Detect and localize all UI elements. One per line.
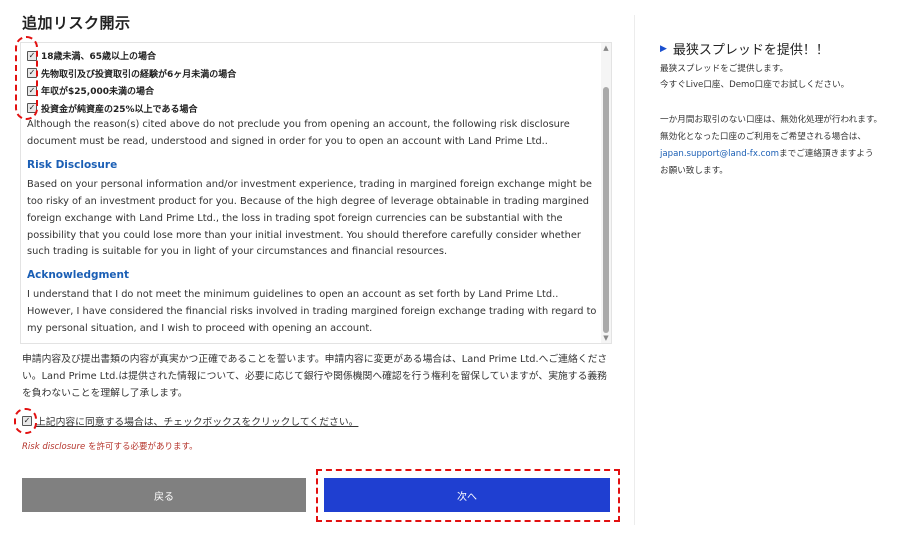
sidebar-line: お願い致します。 <box>660 166 728 176</box>
agree-label[interactable]: 上記内容に同意する場合は、チェックボックスをクリックしてください。 <box>36 414 358 428</box>
scroll-content: ✓ 18歳未満、65歳以上の場合 ✓ 先物取引及び投資取引の経験が6ヶ月未満の場… <box>27 47 597 338</box>
error-emphasis: Risk disclosure <box>22 442 86 452</box>
sidebar-line: 無効化となった口座のご利用をご希望される場合は、 <box>660 132 866 142</box>
criteria-label: 投資金が純資産の25%以上である場合 <box>41 104 198 115</box>
criteria-row: ✓ 18歳未満、65歳以上の場合 <box>27 47 597 65</box>
column-divider <box>634 15 635 525</box>
triangle-bullet-icon: ▶ <box>660 43 667 54</box>
acknowledgment-text: I understand that I do not meet the mini… <box>27 289 597 335</box>
sidebar-contact-line: japan.support@land-fx.comまでご連絡頂きますよう <box>660 146 895 163</box>
sidebar-heading-text: 最狭スプレッドを提供！！ <box>672 43 829 58</box>
risk-disclosure-scrollbox[interactable]: ✓ 18歳未満、65歳以上の場合 ✓ 先物取引及び投資取引の経験が6ヶ月未満の場… <box>20 42 612 344</box>
criteria-row: ✓ 年収が$25,000未満の場合 <box>27 82 597 100</box>
intro-text: Although the reason(s) cited above do no… <box>27 119 570 147</box>
risk-disclosure-text: Based on your personal information and/o… <box>27 178 592 258</box>
error-message: Risk disclosure を許可する必要があります。 <box>22 440 198 452</box>
sidebar-line: 一か月間お取引のない口座は、無効化処理が行われます。 <box>660 115 883 125</box>
sidebar-line-suffix: までご連絡頂きますよう <box>779 149 874 159</box>
sidebar-line: 今すぐLive口座、Demo口座でお試しください。 <box>660 80 850 90</box>
annotation-highlight-checklist <box>15 36 38 120</box>
scroll-down-arrow-icon[interactable]: ▼ <box>602 334 610 342</box>
sidebar-heading: ▶ 最狭スプレッドを提供！！ <box>660 39 829 58</box>
criteria-row: ✓ 投資金が純資産の25%以上である場合 <box>27 100 597 118</box>
scroll-up-arrow-icon[interactable]: ▲ <box>602 44 610 52</box>
risk-disclosure-heading: Risk Disclosure <box>27 158 118 171</box>
criteria-row: ✓ 先物取引及び投資取引の経験が6ヶ月未満の場合 <box>27 65 597 83</box>
criteria-label: 先物取引及び投資取引の経験が6ヶ月未満の場合 <box>41 69 237 80</box>
back-button[interactable]: 戻る <box>22 478 306 512</box>
annotation-highlight-agree <box>14 408 37 434</box>
annotation-highlight-next <box>316 469 620 522</box>
page-title: 追加リスク開示 <box>22 14 131 32</box>
sidebar-line: 最狭スプレッドをご提供します。 <box>660 64 789 74</box>
error-text: を許可する必要があります。 <box>85 442 198 452</box>
declaration-text: 申請内容及び提出書類の内容が真実かつ正確であることを誓います。申請内容に変更があ… <box>22 354 608 399</box>
acknowledgment-heading: Acknowledgment <box>27 269 130 282</box>
scrollbar[interactable]: ▲ ▼ <box>601 43 611 343</box>
criteria-label: 年収が$25,000未満の場合 <box>41 87 154 98</box>
criteria-label: 18歳未満、65歳以上の場合 <box>41 52 157 63</box>
scrollbar-thumb[interactable] <box>603 87 609 333</box>
support-email-link[interactable]: japan.support@land-fx.com <box>660 149 779 159</box>
agree-row[interactable]: ✓ 上記内容に同意する場合は、チェックボックスをクリックしてください。 <box>22 414 358 428</box>
